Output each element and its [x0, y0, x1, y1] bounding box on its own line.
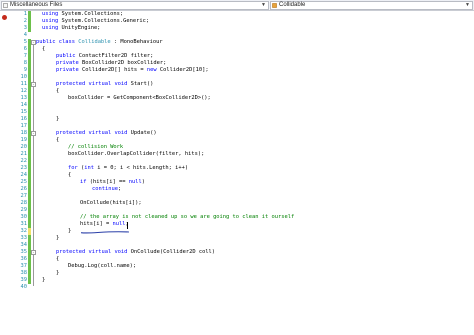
selection-margin[interactable]	[0, 11, 8, 335]
line-number: 19	[20, 137, 28, 143]
navigation-bar: Miscellaneous Files ▼ Collidable ▼	[0, 0, 474, 11]
line-number: 40	[20, 284, 28, 290]
line-number: 15	[20, 109, 28, 115]
code-line-21: boxCollider.OverlapCollider(filter, hits…	[68, 151, 205, 157]
code-line-11: protected virtual void Start()	[56, 81, 154, 87]
line-number: 31	[20, 221, 28, 227]
type-scope-dropdown[interactable]: Collidable ▼	[270, 1, 473, 10]
line-number: 29	[20, 207, 28, 213]
line-number: 38	[20, 270, 28, 276]
line-number: 36	[20, 256, 28, 262]
code-line-16: }	[56, 116, 60, 122]
class-icon	[272, 3, 277, 8]
code-line-19: {	[56, 137, 60, 143]
line-number: 2	[23, 18, 27, 24]
line-number: 22	[20, 158, 28, 164]
code-line-18: protected virtual void Update()	[56, 130, 157, 136]
line-number: 34	[20, 242, 28, 248]
code-line-36: {	[56, 256, 60, 262]
file-icon	[3, 3, 8, 8]
line-number: 33	[20, 235, 28, 241]
line-number: 37	[20, 263, 28, 269]
line-number: 3	[23, 25, 27, 31]
code-line-2: using System.Collections.Generic;	[42, 18, 150, 24]
line-number: 17	[20, 123, 28, 129]
line-number: 32	[20, 228, 28, 234]
line-number: 26	[20, 186, 28, 192]
code-line-38: }	[56, 270, 60, 276]
code-line-26: continue;	[92, 186, 122, 192]
code-line-6: {	[42, 46, 46, 52]
code-line-30: // the array is not cleaned up so we are…	[80, 214, 295, 220]
chevron-down-icon: ▼	[261, 2, 266, 8]
line-number: 14	[20, 102, 28, 108]
change-marker	[28, 235, 31, 284]
line-number: 4	[23, 32, 27, 38]
collapse-icon[interactable]: -	[31, 250, 36, 255]
code-line-9: private Collider2D[] hits = new Collider…	[56, 67, 209, 73]
chevron-down-icon: ▼	[465, 2, 470, 8]
file-scope-label: Miscellaneous Files	[10, 2, 63, 8]
code-line-5: public class Collidable : MonoBehaviour	[36, 39, 163, 45]
code-line-3: using UnityEngine;	[42, 25, 101, 31]
code-line-25: if (hits[i] == null)	[80, 179, 145, 185]
code-line-1: using System.Collections;	[42, 11, 124, 17]
line-number: 7	[23, 53, 27, 59]
change-marker-unsaved	[28, 228, 31, 235]
line-number: 23	[20, 165, 28, 171]
code-line-23: for (int i = 0; i < hits.Length; i++)	[68, 165, 189, 171]
breakpoint-icon[interactable]	[2, 15, 7, 20]
line-number: 39	[20, 277, 28, 283]
line-number: 13	[20, 95, 28, 101]
line-number: 16	[20, 116, 28, 122]
type-scope-label: Collidable	[279, 2, 306, 8]
code-line-33: }	[56, 235, 60, 241]
line-number: 10	[20, 74, 28, 80]
change-marker	[28, 11, 31, 32]
line-number: 8	[23, 60, 27, 66]
line-number: 24	[20, 172, 28, 178]
code-line-35: protected virtual void OnCollude(Collide…	[56, 249, 216, 255]
text-cursor	[127, 222, 128, 229]
code-line-31: hits[i] = null;	[80, 221, 129, 227]
line-number-gutter: 1 2 3 4 5 6 7 8 9 10 11 12 13 14 15 16 17 18 19 20 21 22 23 24 2…	[8, 11, 28, 335]
code-line-24: {	[68, 172, 72, 178]
line-number: 1	[23, 11, 27, 17]
line-number: 12	[20, 88, 28, 94]
code-editor[interactable]: using System.Collections; using System.C…	[36, 11, 462, 335]
code-line-7: public ContactFilter2D filter;	[56, 53, 154, 59]
line-number: 30	[20, 214, 28, 220]
line-number: 25	[20, 179, 28, 185]
line-number: 27	[20, 193, 28, 199]
collapse-icon[interactable]: -	[31, 131, 36, 136]
collapse-icon[interactable]: -	[31, 82, 36, 87]
line-number: 18	[20, 130, 28, 136]
code-line-28: OnCollude(hits[i]);	[80, 200, 142, 206]
line-number: 28	[20, 200, 28, 206]
code-line-8: private BoxCollider2D boxCollider;	[56, 60, 167, 66]
code-line-13: boxCollider = GetComponent<BoxCollider2D…	[68, 95, 211, 101]
code-line-37: Debug.Log(coll.name);	[68, 263, 137, 269]
line-number: 21	[20, 151, 28, 157]
code-line-39: }	[42, 277, 46, 283]
line-number: 5	[23, 39, 27, 45]
line-number: 9	[23, 67, 27, 73]
line-number: 11	[20, 81, 28, 87]
annotation-underline	[80, 231, 129, 234]
line-number: 20	[20, 144, 28, 150]
code-line-20: // collision Work	[68, 144, 124, 150]
code-line-32: }	[68, 228, 72, 234]
file-scope-dropdown[interactable]: Miscellaneous Files ▼	[1, 1, 269, 10]
code-line-12: {	[56, 88, 60, 94]
line-number: 35	[20, 249, 28, 255]
line-number: 6	[23, 46, 27, 52]
